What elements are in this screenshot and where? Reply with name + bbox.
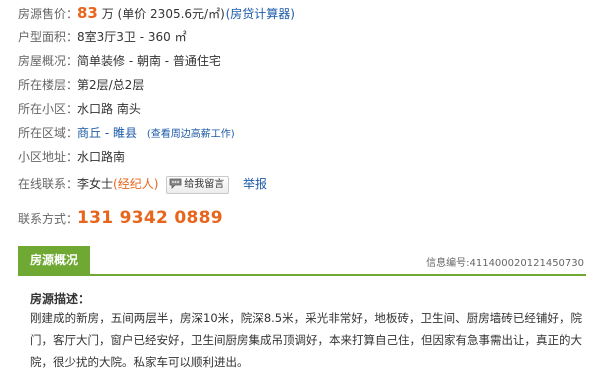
phone-row: 联系方式：131 9342 0889 <box>18 206 223 230</box>
region-city-link[interactable]: 商丘 <box>77 126 101 140</box>
tab-listing-overview[interactable]: 房源概况 <box>18 246 90 274</box>
community-label: 所在小区： <box>18 102 79 116</box>
nearby-jobs-link[interactable]: (查看周边高薪工作) <box>147 129 235 140</box>
description-title: 房源描述： <box>30 292 91 306</box>
floor-value: 第2层/总2层 <box>77 78 145 92</box>
floor-label: 所在楼层： <box>18 78 79 92</box>
price-amount: 83 <box>77 4 98 22</box>
contact-name: 李女士 <box>77 177 114 191</box>
region-county-link[interactable]: 睢县 <box>113 126 137 140</box>
leave-message-label: 给我留言 <box>184 178 225 190</box>
contact-role: (经纪人) <box>113 177 159 191</box>
overview-label: 房屋概况： <box>18 54 79 68</box>
region-label: 所在区域： <box>18 126 79 140</box>
info-number: 信息编号:411400020121450730 <box>426 258 584 269</box>
layout-row: 户型面积：8室3厅3卫 - 360 ㎡ <box>18 27 187 47</box>
community-value: 水口路 南头 <box>77 102 141 116</box>
community-row: 所在小区：水口路 南头 <box>18 99 141 119</box>
phone-label: 联系方式： <box>18 212 79 226</box>
overview-row: 房屋概况：简单装修 - 朝南 - 普通住宅 <box>18 51 221 71</box>
price-unit: 万 <box>101 7 114 21</box>
unit-price: (单价 2305.6元/㎡) <box>117 7 225 21</box>
phone-number: 131 9342 0889 <box>77 208 223 228</box>
leave-message-button[interactable]: 给我留言 <box>166 175 230 194</box>
contact-label: 在线联系： <box>18 177 79 191</box>
overview-value: 简单装修 - 朝南 - 普通住宅 <box>77 54 221 68</box>
address-label: 小区地址： <box>18 150 79 164</box>
layout-label: 户型面积： <box>18 30 79 44</box>
region-separator: - <box>101 126 113 140</box>
floor-row: 所在楼层：第2层/总2层 <box>18 75 144 95</box>
layout-value: 8室3厅3卫 - 360 ㎡ <box>77 30 187 44</box>
price-row: 房源售价：83 万 (单价 2305.6元/㎡) (房贷计算器) <box>18 3 295 23</box>
section-tab-bar: 房源概况 信息编号:411400020121450730 <box>18 246 586 276</box>
address-value: 水口路南 <box>77 150 126 164</box>
region-row: 所在区域：商丘 - 睢县 (查看周边高薪工作) <box>18 123 235 143</box>
contact-row: 在线联系：李女士(经纪人) 给我留言 举报 <box>18 174 267 194</box>
report-link[interactable]: 举报 <box>243 177 267 191</box>
price-label: 房源售价： <box>18 7 79 21</box>
address-row: 小区地址：水口路南 <box>18 147 125 167</box>
mortgage-calculator-link[interactable]: (房贷计算器) <box>226 7 295 21</box>
description-text: 刚建成的新房，五间两层半，房深10米，院深8.5米，采光非常好，地板砖，卫生间、… <box>30 311 582 369</box>
speech-bubble-icon <box>169 177 182 190</box>
